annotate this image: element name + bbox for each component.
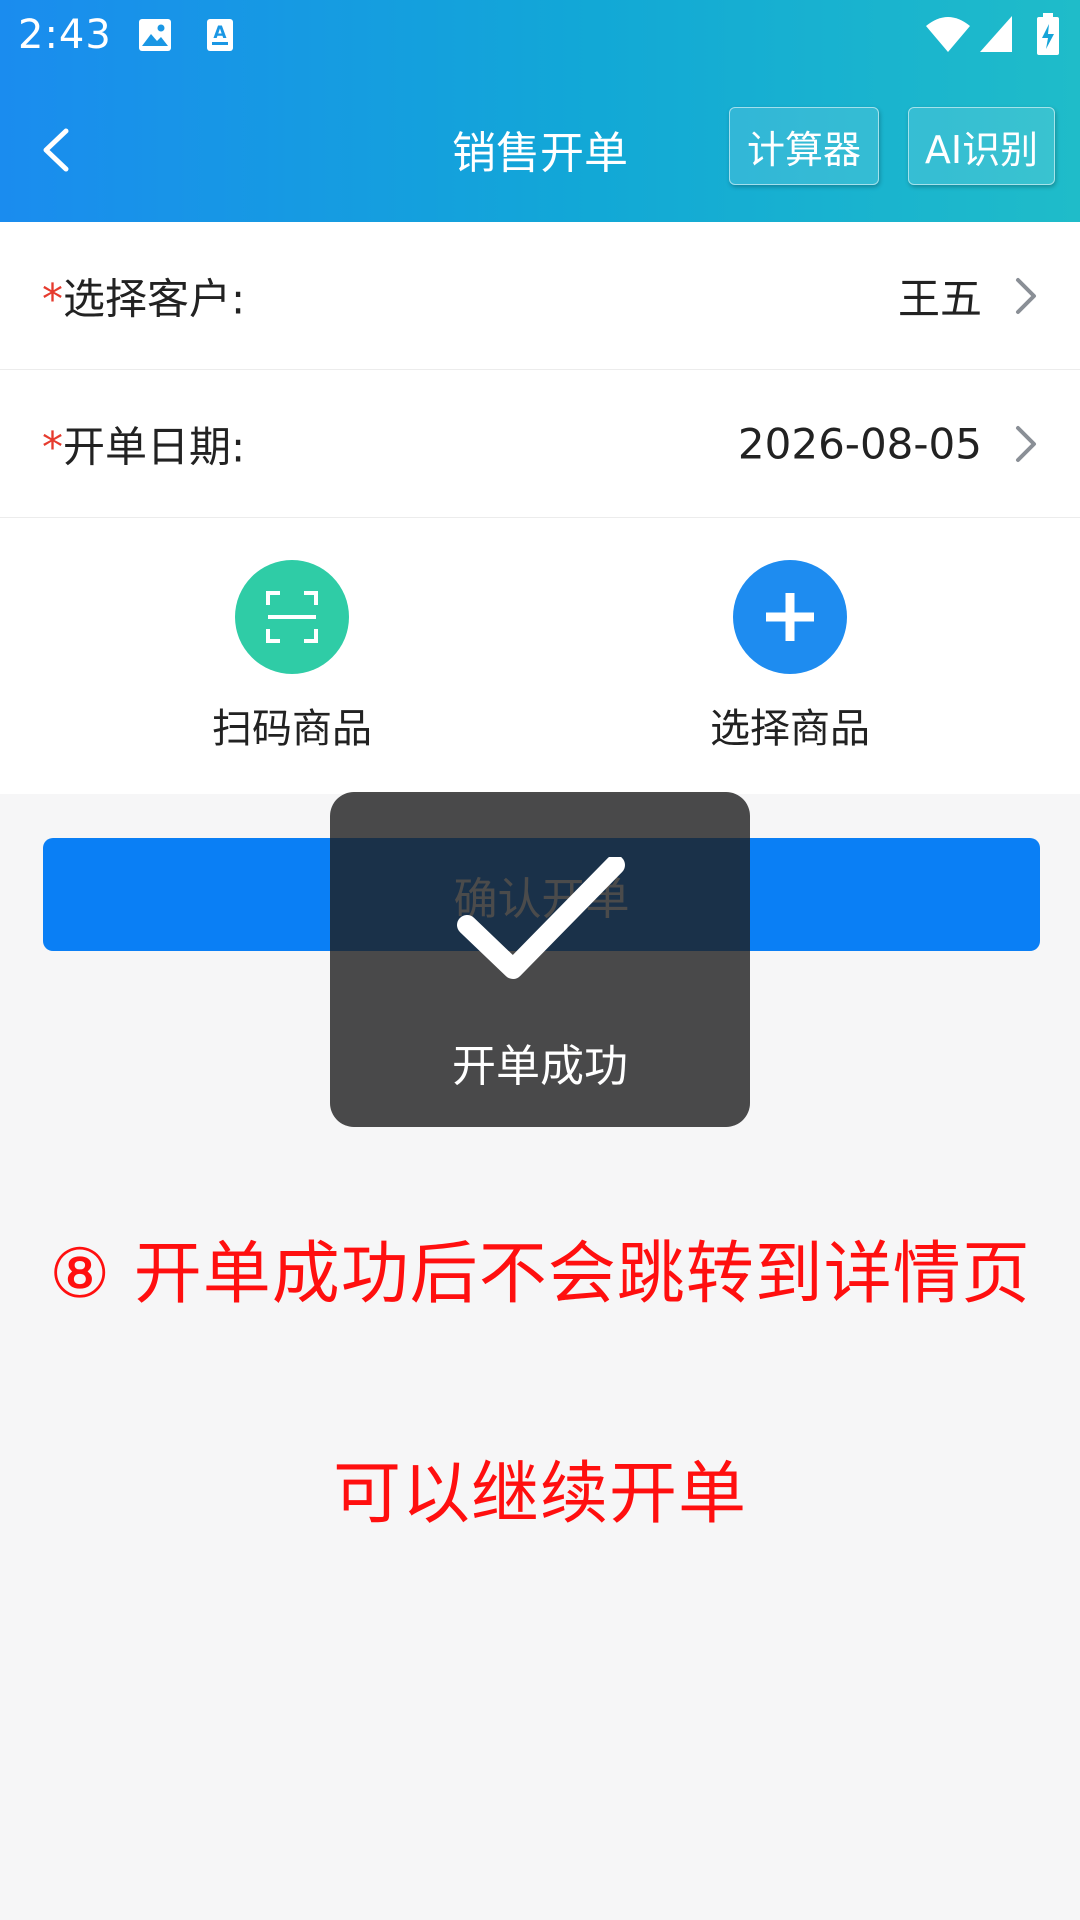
select-product-button[interactable]: 选择商品 [670,560,910,754]
nav-bar: 销售开单 计算器 AI识别 [0,82,1080,212]
customer-row[interactable]: *选择客户: 王五 [0,222,1080,370]
success-toast: 开单成功 [330,792,750,1127]
svg-text:A: A [213,23,227,43]
toast-text: 开单成功 [452,1041,628,1092]
date-value: 2026-08-05 [737,419,982,468]
scan-product-button[interactable]: 扫码商品 [172,560,412,754]
image-icon [138,18,172,56]
battery-icon [1036,12,1060,60]
customer-label-text: 选择客户: [63,274,246,323]
wifi-icon [924,14,972,58]
date-label: *开单日期: [42,413,245,474]
customer-label: *选择客户: [42,265,245,326]
date-row[interactable]: *开单日期: 2026-08-05 [0,370,1080,518]
select-product-label: 选择商品 [710,706,870,752]
status-time: 2:43 [18,12,112,58]
chevron-right-icon [1016,425,1036,462]
customer-value: 王五 [897,274,982,323]
status-bar: 2:43 A [0,0,1080,72]
scan-icon [235,560,349,674]
checkmark-icon [457,857,625,979]
app-header: 2:43 A 销售开单 计算器 AI识别 [0,0,1080,222]
required-mark: * [42,274,63,323]
scan-product-label: 扫码商品 [212,706,372,752]
annotation-line-1: ⑧ 开单成功后不会跳转到详情页 [49,1235,1031,1314]
product-actions: 扫码商品 选择商品 [0,518,1080,794]
calculator-button[interactable]: 计算器 [729,107,879,185]
annotation-line-2: 可以继续开单 [332,1455,747,1534]
plus-icon [733,560,847,674]
date-label-text: 开单日期: [63,422,246,471]
chevron-right-icon [1016,277,1036,314]
ai-recognize-button[interactable]: AI识别 [908,107,1055,185]
signal-icon [978,14,1014,58]
required-mark: * [42,422,63,471]
a-text-icon: A [206,18,234,56]
